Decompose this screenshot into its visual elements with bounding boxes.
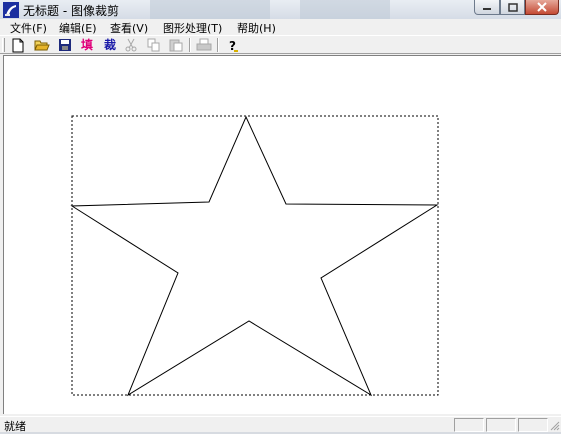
close-button[interactable]: [525, 0, 559, 15]
status-bar: 就绪: [0, 416, 561, 433]
new-file-button[interactable]: [10, 37, 26, 53]
paste-icon: [169, 39, 183, 52]
maximize-button[interactable]: [500, 0, 525, 15]
close-icon: [537, 2, 547, 12]
toolbar-grip[interactable]: [2, 38, 5, 52]
crop-label: 裁: [103, 38, 116, 52]
status-pane: [486, 418, 516, 432]
new-file-icon: [12, 38, 24, 52]
cut-button[interactable]: [123, 37, 139, 53]
minimize-button[interactable]: [474, 0, 500, 15]
menu-edit[interactable]: 编辑(E): [59, 20, 97, 36]
help-icon: ?: [229, 39, 238, 53]
window-title: 无标题 - 图像裁剪: [23, 4, 119, 18]
drawing-surface: [70, 115, 439, 397]
help-button[interactable]: ?: [225, 37, 241, 53]
paste-button[interactable]: [168, 37, 184, 53]
app-icon[interactable]: [3, 2, 19, 18]
status-pane: [518, 418, 548, 432]
minimize-icon: [483, 8, 491, 10]
toolbar-separator: [189, 38, 191, 52]
copy-icon: [147, 38, 160, 52]
menu-view[interactable]: 查看(V): [110, 20, 148, 36]
open-button[interactable]: [34, 37, 50, 53]
app-window: 无标题 - 图像裁剪 文件(F) 编辑(E) 查看(V) 图形处理(T) 帮助(…: [0, 0, 561, 433]
drawing-canvas[interactable]: [3, 55, 561, 414]
print-button[interactable]: [196, 37, 212, 53]
copy-button[interactable]: [146, 37, 162, 53]
maximize-icon: [507, 2, 518, 12]
menu-file[interactable]: 文件(F): [10, 20, 47, 36]
print-icon: [196, 38, 212, 51]
menu-help[interactable]: 帮助(H): [237, 20, 276, 36]
menu-image-processing[interactable]: 图形处理(T): [163, 20, 222, 36]
open-folder-icon: [34, 40, 50, 51]
fill-label: 填: [80, 38, 93, 52]
save-button[interactable]: [57, 37, 73, 53]
save-disk-icon: [59, 39, 71, 51]
fill-button[interactable]: 填: [79, 37, 95, 53]
cut-icon: [125, 38, 137, 52]
status-pane: [454, 418, 484, 432]
star-shape[interactable]: [70, 115, 439, 397]
toolbar-separator: [217, 38, 219, 52]
menu-bar: 文件(F) 编辑(E) 查看(V) 图形处理(T) 帮助(H): [0, 19, 561, 35]
title-background-blur: [300, 0, 390, 19]
title-background-blur: [150, 0, 270, 19]
resize-grip-icon[interactable]: [549, 420, 560, 431]
toolbar: 填 裁 ?: [0, 35, 561, 54]
title-bar: 无标题 - 图像裁剪: [0, 0, 561, 19]
crop-button[interactable]: 裁: [102, 37, 118, 53]
